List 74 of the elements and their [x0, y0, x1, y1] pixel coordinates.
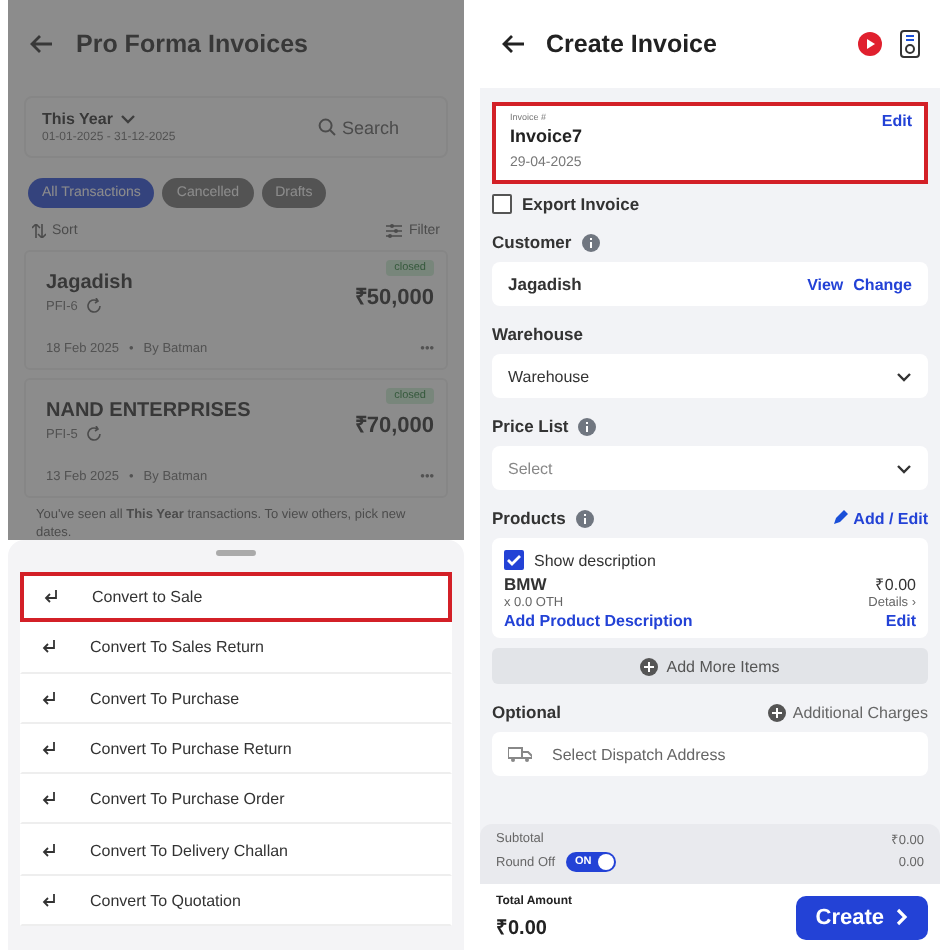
- additional-charges-link[interactable]: Additional Charges: [792, 703, 928, 721]
- chevron-right-icon: [896, 908, 908, 926]
- customer-name: Jagadish: [508, 274, 582, 294]
- amount: ₹70,000: [354, 412, 434, 438]
- caret-icon: [896, 371, 912, 381]
- play-icon[interactable]: [858, 32, 882, 56]
- info-icon: [578, 417, 597, 435]
- product-name: BMW: [504, 573, 547, 593]
- return-icon: [42, 742, 56, 757]
- menu-item-label: Convert To Quotation: [90, 891, 241, 910]
- sync-icon: [85, 426, 102, 442]
- customer-name: Jagadish: [46, 272, 133, 294]
- return-icon: [42, 792, 56, 807]
- add-more-button[interactable]: Add More Items: [492, 648, 928, 684]
- section-label: Products: [492, 508, 566, 528]
- sort-icon: [32, 224, 46, 238]
- plus-circle-icon: [640, 657, 659, 675]
- edit-link[interactable]: Edit: [885, 612, 916, 630]
- menu-item-label: Convert to Sale: [92, 588, 203, 607]
- sync-icon: [85, 298, 102, 314]
- warehouse-dropdown[interactable]: Warehouse: [492, 354, 928, 398]
- section-label: Warehouse: [492, 324, 584, 344]
- menu-item[interactable]: Convert to Sale: [20, 572, 452, 623]
- menu-item[interactable]: Convert To Purchase Return: [20, 723, 452, 775]
- screen-title: Create Invoice: [546, 30, 719, 58]
- add-edit-link[interactable]: Add / Edit: [853, 509, 928, 527]
- menu-item-label: Convert To Purchase Return: [90, 740, 292, 759]
- search-icon: [318, 118, 336, 136]
- checkbox-label: Export Invoice: [522, 194, 640, 214]
- caret-icon[interactable]: [120, 114, 137, 124]
- return-icon: [44, 590, 58, 605]
- view-link[interactable]: View: [807, 275, 844, 293]
- back-icon[interactable]: [500, 32, 528, 56]
- info-icon: [581, 233, 600, 251]
- filter-icon: [386, 224, 403, 238]
- screen-title: Pro Forma Invoices: [76, 30, 309, 58]
- create-button[interactable]: Create: [795, 895, 928, 939]
- total-amount: ₹0.00: [496, 915, 549, 939]
- edit-link[interactable]: Edit: [881, 112, 912, 130]
- menu-item[interactable]: Convert To Sales Return: [20, 622, 452, 674]
- amount: ₹50,000: [354, 284, 434, 310]
- checkbox[interactable]: [504, 550, 524, 570]
- return-icon: [42, 691, 56, 706]
- menu-item-label: Convert To Delivery Challan: [90, 841, 289, 860]
- menu-item[interactable]: Convert To Delivery Challan: [20, 824, 452, 876]
- customer-name: NAND ENTERPRISES: [46, 400, 251, 422]
- menu-item-label: Convert To Purchase Order: [90, 790, 285, 809]
- product-price: ₹0.00: [874, 574, 916, 594]
- return-icon: [42, 893, 56, 908]
- dispatch-address-row[interactable]: Select Dispatch Address: [492, 732, 928, 776]
- add-description-link[interactable]: Add Product Description: [504, 612, 693, 630]
- info-icon: [575, 509, 594, 527]
- document-icon[interactable]: [900, 30, 920, 58]
- section-label: Price List: [492, 416, 569, 436]
- menu-item[interactable]: Convert To Purchase: [20, 673, 452, 724]
- pencil-icon[interactable]: [831, 510, 848, 526]
- plus-circle-icon[interactable]: [768, 703, 787, 721]
- price-list-dropdown[interactable]: Select: [492, 446, 928, 490]
- truck-icon: [508, 746, 532, 762]
- menu-item[interactable]: Convert To Purchase Order: [20, 774, 452, 825]
- menu-item[interactable]: Convert To Quotation: [20, 875, 452, 927]
- checkbox-label: Show description: [534, 551, 656, 569]
- return-icon: [42, 640, 56, 655]
- search-field[interactable]: Search: [318, 117, 430, 137]
- return-icon: [42, 843, 56, 858]
- menu-item-label: Convert To Sales Return: [90, 638, 265, 657]
- drag-handle[interactable]: [216, 550, 256, 556]
- change-link[interactable]: Change: [853, 275, 912, 293]
- section-label: Optional: [492, 702, 561, 722]
- invoice-number: Invoice7: [510, 126, 583, 146]
- section-label: Customer: [492, 232, 572, 252]
- menu-item-label: Convert To Purchase: [90, 689, 240, 708]
- checkbox[interactable]: [492, 194, 512, 214]
- caret-icon: [896, 463, 912, 473]
